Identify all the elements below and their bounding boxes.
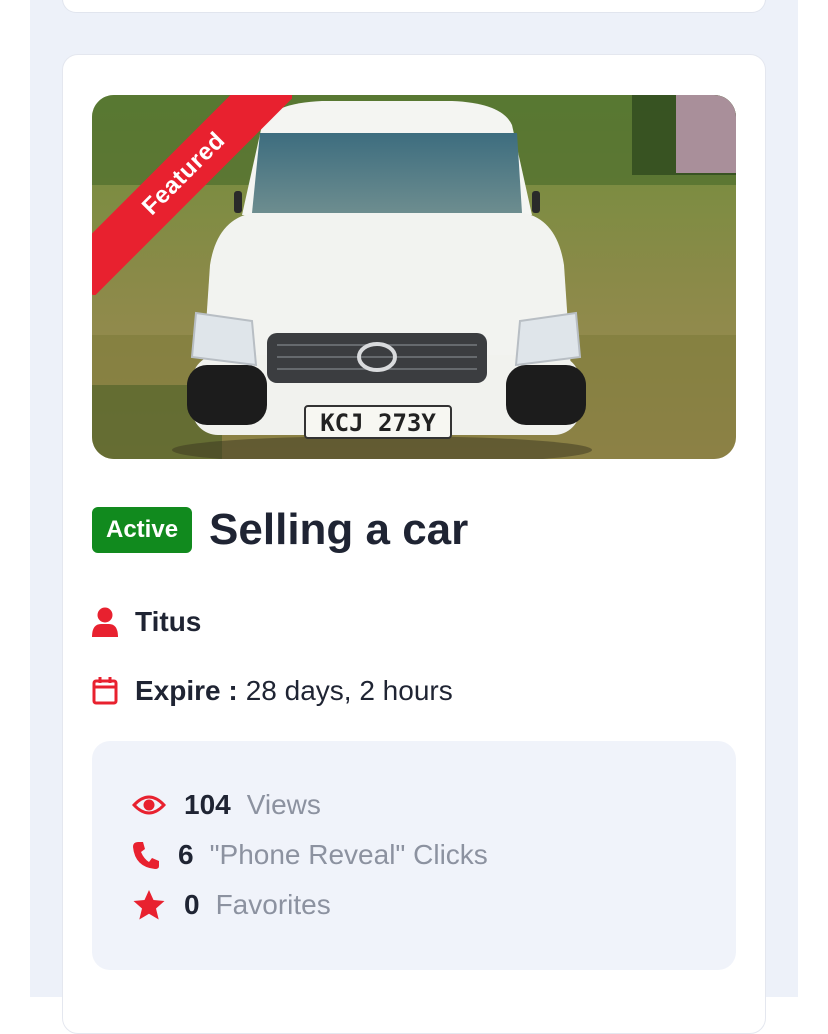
- views-count: 104: [184, 789, 231, 820]
- stats-panel: 104 Views 6 "Phone Reveal" Clicks 0 Favo…: [92, 741, 736, 970]
- title-row: Active Selling a car: [92, 505, 468, 555]
- phone-icon: [132, 840, 166, 870]
- plate-text: KCJ 273Y: [320, 409, 436, 437]
- listing-title[interactable]: Selling a car: [209, 505, 468, 555]
- user-icon: [92, 607, 118, 637]
- views-label: Views: [246, 789, 321, 820]
- seller-row: Titus: [92, 606, 201, 638]
- favorites-label: Favorites: [215, 889, 331, 920]
- favorites-count: 0: [184, 889, 200, 920]
- featured-ribbon: Featured: [92, 95, 292, 295]
- featured-ribbon-container: Featured: [92, 95, 292, 295]
- star-icon: [132, 890, 166, 920]
- status-badge: Active: [92, 507, 193, 553]
- listing-photo[interactable]: KCJ 273Y Featured: [92, 95, 736, 459]
- stat-phone-reveal: 6 "Phone Reveal" Clicks: [132, 838, 488, 872]
- stat-favorites: 0 Favorites: [132, 888, 331, 922]
- phone-reveal-count: 6: [178, 839, 194, 870]
- phone-reveal-label: "Phone Reveal" Clicks: [209, 839, 488, 870]
- expire-value: 28 days, 2 hours: [245, 675, 453, 706]
- expire-label: Expire :: [135, 675, 238, 706]
- calendar-icon: [92, 676, 118, 706]
- eye-icon: [132, 790, 166, 820]
- previous-listing-card[interactable]: [62, 0, 766, 13]
- expire-row: Expire : 28 days, 2 hours: [92, 675, 453, 707]
- stat-views: 104 Views: [132, 788, 321, 822]
- seller-name[interactable]: Titus: [135, 606, 201, 638]
